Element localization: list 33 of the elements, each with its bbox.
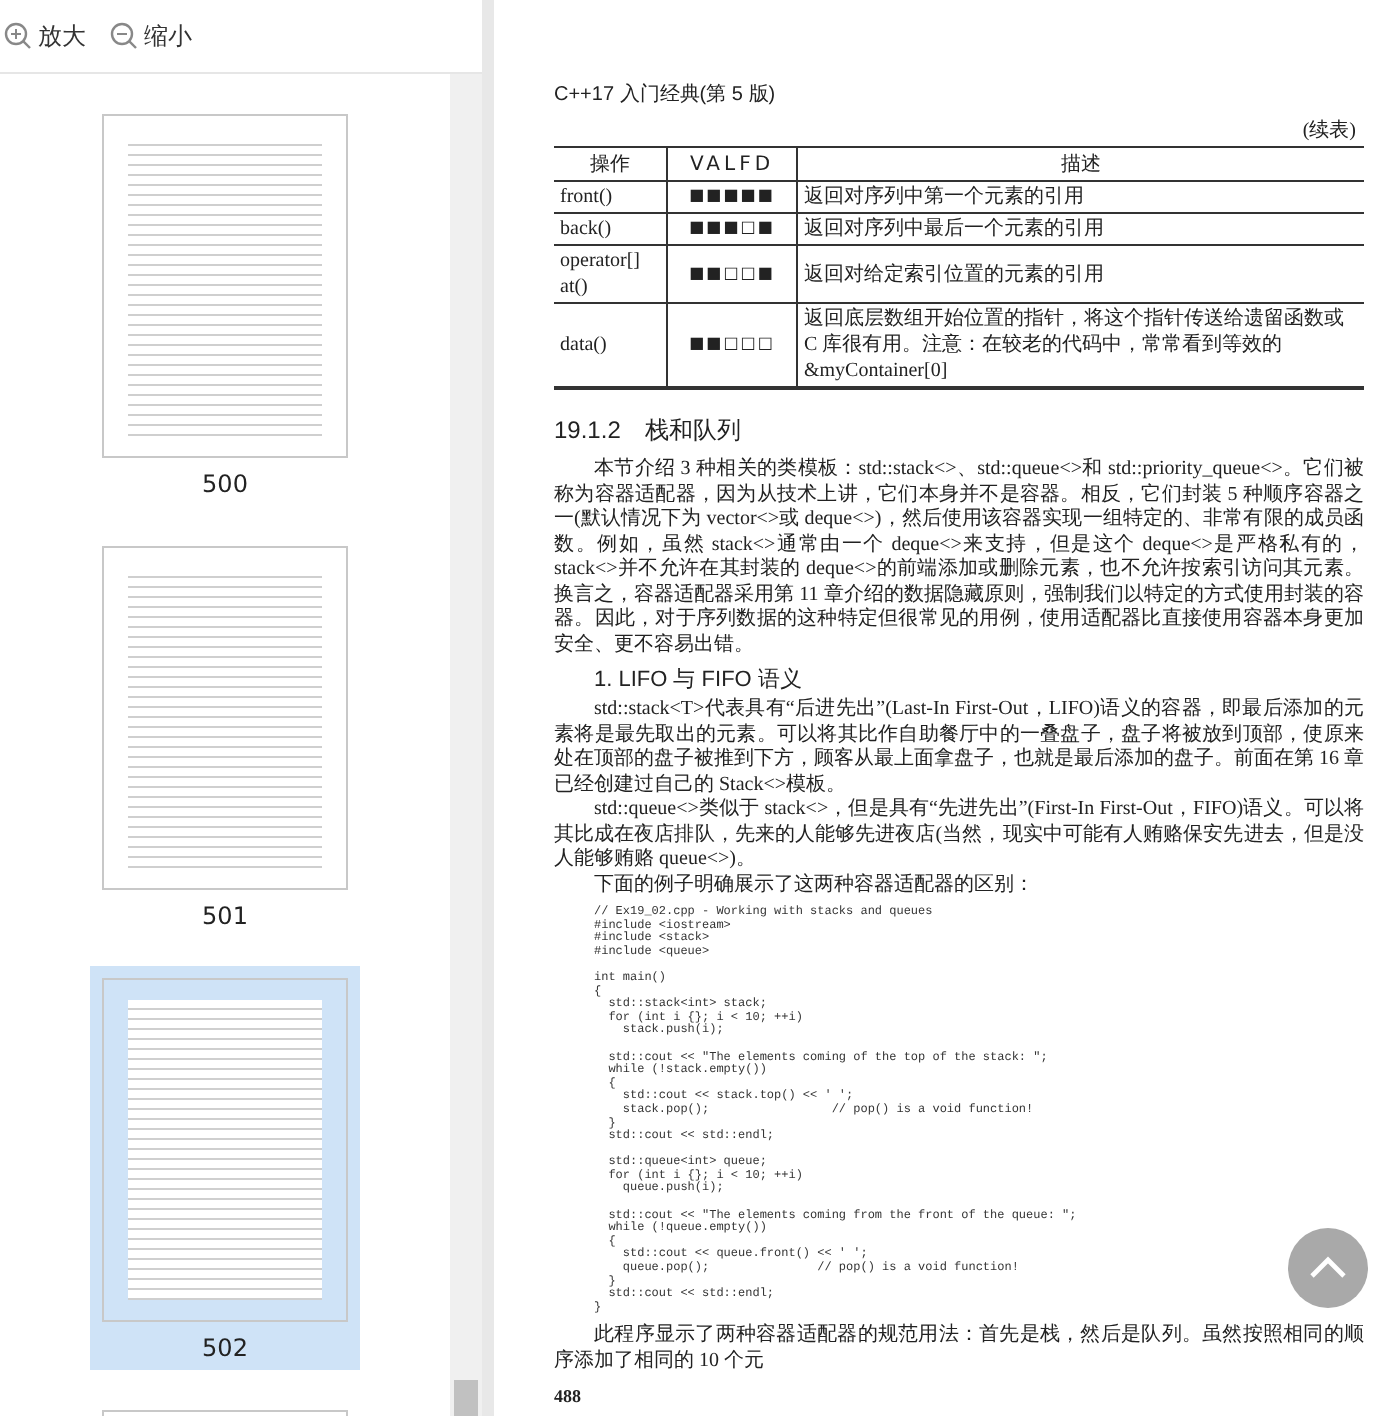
paragraph: std::queue<>类似于 stack<>，但是具有“先进先出”(First-In First-Out，FIFO)语义。可以将其比成在夜店排队，先来的人能够先进夜店(当然，现实中可能有人贿赂保安先进去，但是没人能够贿赂 queue<>)。 xyxy=(554,798,1364,873)
page-number-label: 501 xyxy=(202,902,248,930)
page-thumbnail-item[interactable]: 501 xyxy=(90,534,360,938)
running-header: C++17 入门经典(第 5 版) xyxy=(554,81,778,108)
page-thumbnail-item[interactable]: 502 xyxy=(90,966,360,1370)
table-note: (续表) xyxy=(1300,117,1356,144)
paragraph: 本节介绍 3 种相关的类模板：std::stack<>、std::queue<>和 std::priority_queue<>。它们被称为容器适配器，因为从技术上讲，它们本身并不是容器。相反，它们封装 5 种顺序容器之一(默认情况下为 vector<>或 deque<>)，然后使用该容器实现一组特定的、非常有限的成员函数。例如，虽然 stack<>通常由一个 deque<>来支持，但是这个 deque<>是严格私有的，stack<>并不允许在其封装的 deque<>的前端添加或删除元素，也不允许按索引访问其元素。换言之，容器适配器采用第 11 章介绍的数据隐藏原则，强制我们以特定的方式使用封装的容器。因此，对于序列数据的这种特定但很常见的用例，使用适配器比直接使用容器本身更加安全、更不容易出错。 xyxy=(554,458,1364,658)
table-cell: 返回对给定索引位置的元素的引用 xyxy=(797,245,1364,303)
table-cell: ■■□□□ xyxy=(667,303,797,388)
zoom-out-button[interactable]: 缩小 xyxy=(106,15,196,57)
zoom-in-button[interactable]: 放大 xyxy=(0,15,90,57)
table-cell: 返回底层数组开始位置的指针，将这个指针传送给遗留函数或 C 库很有用。注意：在较老的代码中，常常看到等效的&myContainer[0] xyxy=(797,303,1364,388)
table-header-cell: 操作 xyxy=(554,147,667,181)
table-cell: 返回对序列中第一个元素的引用 xyxy=(797,181,1364,213)
section-heading: 19.1.2 栈和队列 xyxy=(554,414,743,448)
table-cell: data() xyxy=(554,303,667,388)
paragraph: 下面的例子明确展示了这两种容器适配器的区别： xyxy=(592,873,1036,898)
page-number-label: 502 xyxy=(202,1334,248,1362)
table-cell: ■■■□■ xyxy=(667,213,797,245)
page-number-label: 500 xyxy=(202,470,248,498)
table-cell: 返回对序列中最后一个元素的引用 xyxy=(797,213,1364,245)
table-cell: back() xyxy=(554,213,667,245)
table-header-cell: VALFD xyxy=(667,147,797,181)
table-cell: ■■□□■ xyxy=(667,245,797,303)
page-number: 488 xyxy=(554,1386,583,1407)
page-thumbnail-item[interactable]: 500 xyxy=(90,102,360,506)
table-cell: ■■■■■ xyxy=(667,181,797,213)
table-cell: front() xyxy=(554,181,667,213)
subheading: 1. LIFO 与 FIFO 语义 xyxy=(594,665,804,694)
paragraph: 此程序显示了两种容器适配器的规范用法：首先是栈，然后是队列。虽然按照相同的顺序添加了相同的 10 个元 xyxy=(554,1324,1364,1375)
table-cell: operator[] at() xyxy=(554,245,667,303)
paragraph: std::stack<T>代表具有“后进先出”(Last-In First-Out，LIFO)语义的容器，即最后添加的元素将是最先取出的元素。可以将其比作自助餐厅中的一叠盘子，盘子将被放到顶部，使原来处在顶部的盘子被推到下方，顾客从最上面拿盘子，也就是最后添加的盘子。前面在第 16 章已经创建过自己的 Stack<>模板。 xyxy=(554,698,1364,797)
table-header-cell: 描述 xyxy=(797,147,1364,181)
